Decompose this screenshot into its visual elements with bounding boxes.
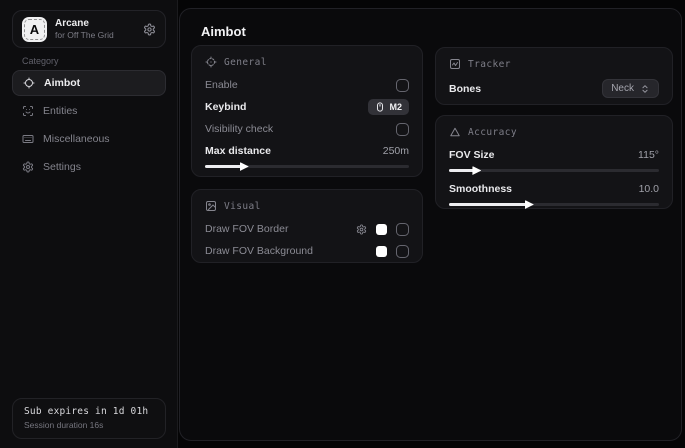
sidebar-nav: Aimbot Entities Miscellaneous Settings: [12, 70, 166, 182]
color-swatch[interactable]: [376, 224, 387, 235]
bones-select[interactable]: Neck: [602, 79, 659, 98]
sidebar-item-label: Miscellaneous: [43, 133, 110, 145]
setting-label: Keybind: [205, 101, 246, 113]
app-header-card: A Arcane for Off The Grid: [12, 10, 166, 48]
setting-label: Draw FOV Border: [205, 223, 288, 235]
sidebar-item-miscellaneous[interactable]: Miscellaneous: [12, 126, 166, 152]
sidebar-item-label: Settings: [43, 161, 81, 173]
sidebar: A Arcane for Off The Grid Category Aimbo…: [0, 0, 178, 448]
setting-row-visibility-check: Visibility check: [205, 121, 409, 137]
color-swatch[interactable]: [376, 246, 387, 257]
tracker-card: Tracker Bones Neck: [435, 47, 673, 105]
sidebar-item-settings[interactable]: Settings: [12, 154, 166, 180]
triangle-icon: [449, 126, 461, 138]
setting-label: Visibility check: [205, 123, 273, 135]
setting-label: FOV Size: [449, 149, 495, 161]
fov-background-checkbox[interactable]: [396, 245, 409, 258]
scan-face-icon: [22, 105, 34, 117]
max-distance-value: 250m: [383, 145, 409, 157]
accuracy-card: Accuracy FOV Size 115° Smoothness 10.0: [435, 115, 673, 209]
category-label: Category: [22, 56, 59, 66]
sidebar-item-label: Aimbot: [44, 77, 80, 89]
setting-label: Bones: [449, 83, 481, 95]
slider-thumb[interactable]: [525, 200, 534, 209]
sidebar-item-label: Entities: [43, 105, 77, 117]
card-title: General: [224, 57, 267, 68]
visual-card: Visual Draw FOV Border Draw FOV Backgrou…: [191, 189, 423, 263]
keyboard-icon: [22, 133, 34, 145]
enable-checkbox[interactable]: [396, 79, 409, 92]
card-title: Tracker: [468, 59, 511, 70]
mouse-icon: [375, 102, 385, 112]
app-logo: A: [22, 17, 47, 42]
setting-label: Max distance: [205, 145, 271, 157]
setting-row-bones: Bones Neck: [449, 79, 659, 98]
slider-thumb[interactable]: [240, 162, 249, 171]
visibility-check-checkbox[interactable]: [396, 123, 409, 136]
slider-thumb[interactable]: [472, 166, 481, 175]
setting-row-smoothness: Smoothness 10.0: [449, 181, 659, 206]
setting-row-max-distance: Max distance 250m: [205, 143, 409, 158]
gear-icon[interactable]: [143, 23, 156, 36]
image-icon: [205, 200, 217, 212]
gear-icon[interactable]: [356, 224, 367, 235]
main-panel: Aimbot General Enable Keybind M2 Visibil…: [179, 8, 682, 441]
fov-size-slider[interactable]: [449, 169, 659, 172]
page-title: Aimbot: [201, 24, 246, 39]
activity-square-icon: [449, 58, 461, 70]
session-duration-text: Session duration 16s: [24, 420, 154, 430]
setting-label: Smoothness: [449, 183, 512, 195]
general-card: General Enable Keybind M2 Visibility che…: [191, 45, 423, 177]
chevrons-up-down-icon: [640, 84, 650, 94]
smoothness-value: 10.0: [639, 183, 659, 195]
sidebar-item-aimbot[interactable]: Aimbot: [12, 70, 166, 96]
setting-row-enable: Enable: [205, 77, 409, 93]
setting-label: Enable: [205, 79, 238, 91]
subscription-info-card: Sub expires in 1d 01h Session duration 1…: [12, 398, 166, 439]
gear-icon: [22, 161, 34, 173]
setting-row-keybind: Keybind M2: [205, 99, 409, 115]
keybind-badge[interactable]: M2: [368, 99, 409, 115]
setting-row-fov-size: FOV Size 115°: [449, 147, 659, 172]
crosshair-icon: [23, 77, 35, 89]
keybind-value: M2: [389, 102, 402, 112]
setting-label: Draw FOV Background: [205, 245, 313, 257]
setting-row-fov-border: Draw FOV Border: [205, 221, 409, 237]
card-title: Visual: [224, 201, 261, 212]
sidebar-item-entities[interactable]: Entities: [12, 98, 166, 124]
max-distance-slider[interactable]: [205, 165, 409, 168]
app-title: Arcane: [55, 18, 135, 30]
fov-size-value: 115°: [638, 149, 659, 161]
setting-row-fov-background: Draw FOV Background: [205, 243, 409, 259]
smoothness-slider[interactable]: [449, 203, 659, 206]
app-subtitle: for Off The Grid: [55, 30, 135, 41]
fov-border-checkbox[interactable]: [396, 223, 409, 236]
crosshair-icon: [205, 56, 217, 68]
card-title: Accuracy: [468, 127, 517, 138]
bones-select-value: Neck: [611, 83, 634, 94]
sub-expiry-text: Sub expires in 1d 01h: [24, 406, 154, 417]
